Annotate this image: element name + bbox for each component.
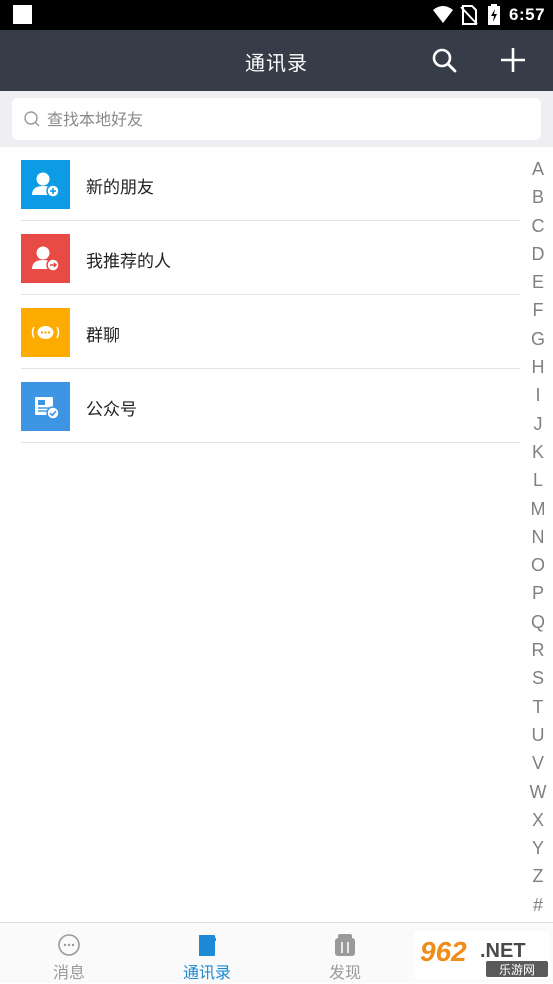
index-letter[interactable]: L <box>523 466 553 494</box>
index-letter[interactable]: N <box>523 523 553 551</box>
list-item-recommended[interactable]: 我推荐的人 <box>0 221 520 295</box>
wifi-icon <box>433 6 453 23</box>
search-icon[interactable] <box>429 45 459 75</box>
list-item-label: 我推荐的人 <box>86 252 171 272</box>
official-account-icon <box>21 382 70 431</box>
index-letter[interactable]: Q <box>523 608 553 636</box>
index-letter[interactable]: G <box>523 325 553 353</box>
divider <box>21 442 520 443</box>
new-friend-icon <box>21 160 70 209</box>
tab-discover[interactable]: 发现 <box>276 923 414 984</box>
index-letter[interactable]: Z <box>523 862 553 890</box>
list-item-new-friends[interactable]: 新的朋友 <box>0 147 520 221</box>
svg-text:乐游网: 乐游网 <box>499 963 535 977</box>
index-letter[interactable]: R <box>523 636 553 664</box>
index-letter[interactable]: # <box>523 891 553 919</box>
watermark-logo: 962 .NET 乐游网 <box>414 931 550 979</box>
search-input[interactable] <box>47 104 527 134</box>
svg-text:962: 962 <box>420 936 467 967</box>
index-letter[interactable]: W <box>523 778 553 806</box>
index-letter[interactable]: V <box>523 749 553 777</box>
list-item-label: 公众号 <box>86 400 137 420</box>
index-letter[interactable]: A <box>523 155 553 183</box>
search-area <box>0 91 553 147</box>
list-item-official-accounts[interactable]: 公众号 <box>0 369 520 443</box>
search-small-icon <box>24 111 40 127</box>
index-letter[interactable]: F <box>523 296 553 324</box>
index-letter[interactable]: X <box>523 806 553 834</box>
tab-label: 消息 <box>52 963 85 982</box>
index-letter[interactable]: B <box>523 183 553 211</box>
message-icon <box>58 934 80 956</box>
tab-messages[interactable]: 消息 <box>0 923 138 984</box>
index-letter[interactable]: C <box>523 212 553 240</box>
tab-label: 通讯录 <box>182 963 231 982</box>
battery-charging-icon <box>488 4 500 25</box>
index-letter[interactable]: J <box>523 410 553 438</box>
notification-icon <box>13 5 32 24</box>
search-box[interactable] <box>12 98 541 140</box>
index-letter[interactable]: U <box>523 721 553 749</box>
list-item-label: 群聊 <box>86 326 120 346</box>
group-chat-icon <box>21 308 70 357</box>
discover-icon <box>335 934 355 956</box>
index-letter[interactable]: H <box>523 353 553 381</box>
status-bar: 6:57 <box>0 0 553 30</box>
index-letter[interactable]: T <box>523 693 553 721</box>
index-letter[interactable]: O <box>523 551 553 579</box>
tab-label: 发现 <box>328 963 361 982</box>
tab-contacts[interactable]: 通讯录 <box>138 923 276 984</box>
list-item-group-chat[interactable]: 群聊 <box>0 295 520 369</box>
index-letter[interactable]: D <box>523 240 553 268</box>
index-letter[interactable]: I <box>523 381 553 409</box>
alphabet-index[interactable]: A B C D E F G H I J K L M N O P Q R S T U V W X Y Z # <box>523 155 553 919</box>
list-item-label: 新的朋友 <box>86 178 154 198</box>
index-letter[interactable]: S <box>523 664 553 692</box>
index-letter[interactable]: P <box>523 579 553 607</box>
page-title: 通讯录 <box>245 51 308 75</box>
no-sim-icon <box>460 5 478 25</box>
index-letter[interactable]: Y <box>523 834 553 862</box>
svg-text:.NET: .NET <box>480 940 526 962</box>
index-letter[interactable]: E <box>523 268 553 296</box>
clock: 6:57 <box>509 5 546 24</box>
recommended-icon <box>21 234 70 283</box>
add-icon[interactable] <box>497 44 529 76</box>
contacts-icon <box>199 935 216 956</box>
index-letter[interactable]: K <box>523 438 553 466</box>
index-letter[interactable]: M <box>523 495 553 523</box>
title-bar: 通讯录 <box>0 30 553 91</box>
